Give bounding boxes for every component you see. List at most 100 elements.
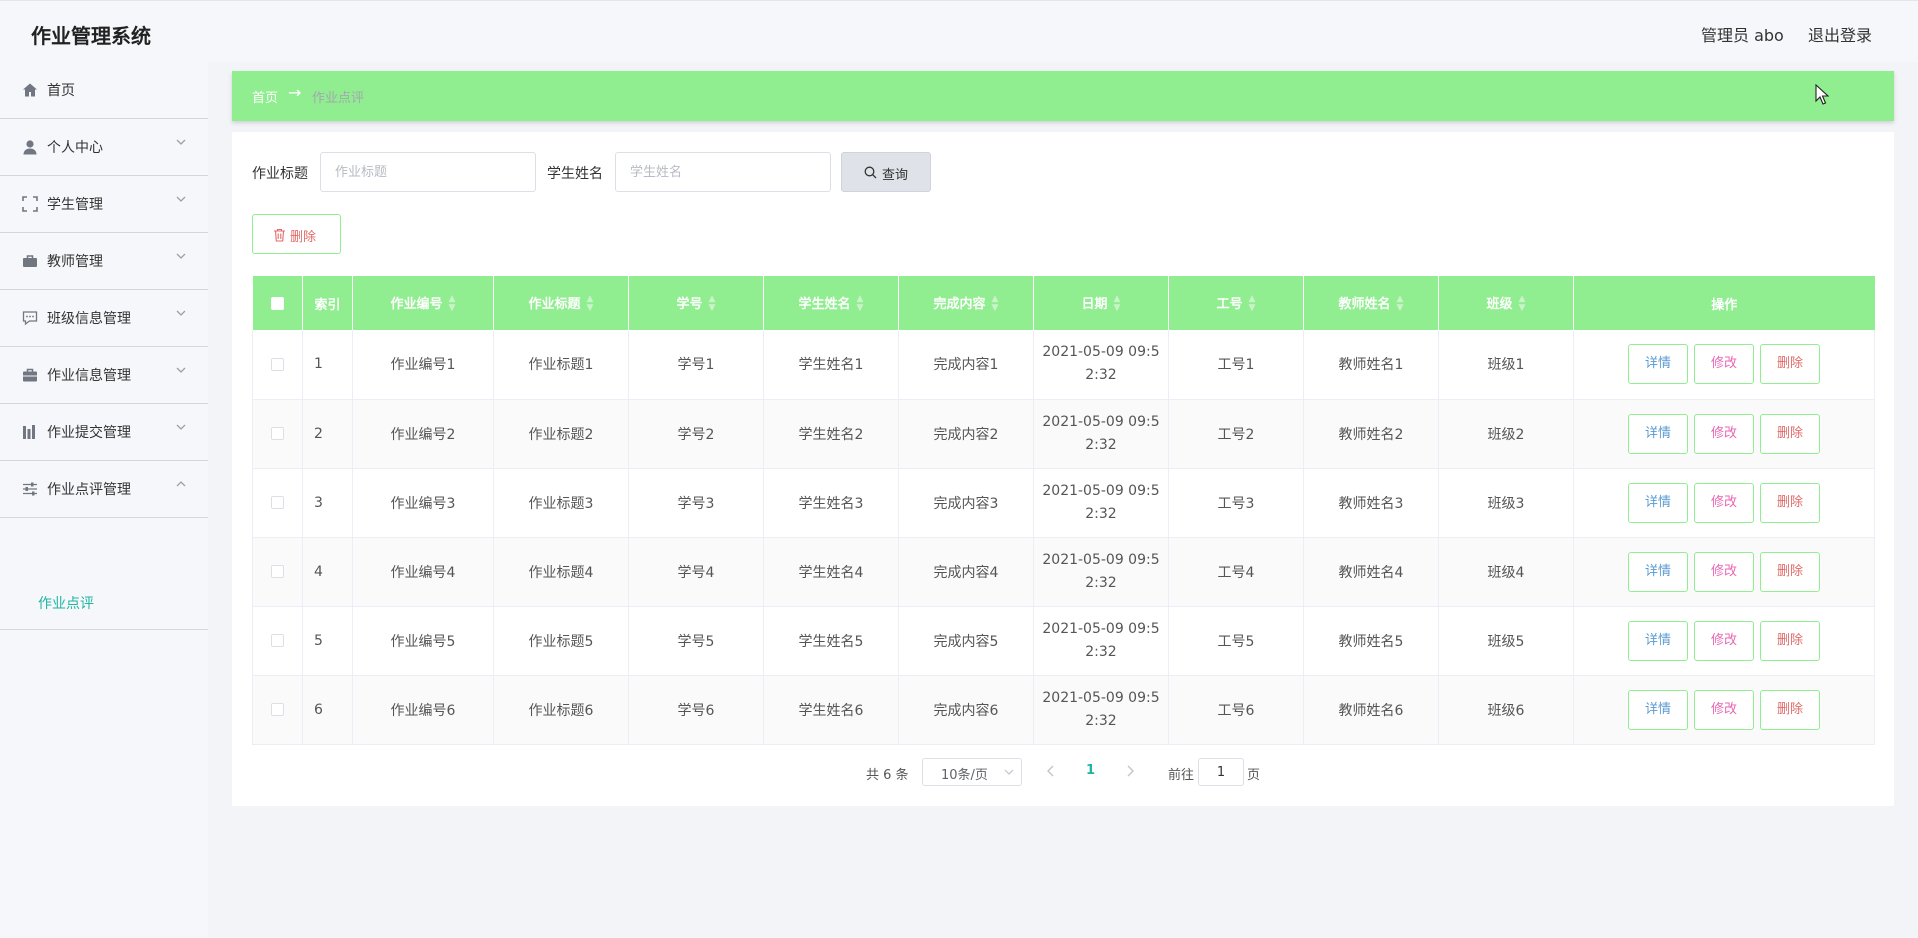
sort-icon[interactable]: ▲ ▼ — [1249, 295, 1256, 313]
column-header[interactable]: 学生姓名 ▲ ▼ — [763, 276, 899, 330]
column-header[interactable]: 日期 ▲ ▼ — [1033, 276, 1169, 330]
cell-teacher-id: 工号3 — [1168, 468, 1304, 538]
homework-title-label: 作业标题 — [252, 166, 308, 182]
delete-button[interactable]: 删除 — [1760, 551, 1820, 592]
goto-page-input[interactable] — [1198, 758, 1244, 786]
delete-button[interactable]: 删除 — [1760, 413, 1820, 454]
cell-content: 完成内容3 — [898, 468, 1034, 538]
select-all-header[interactable] — [252, 276, 303, 330]
sidebar-item-home[interactable]: 首页 — [0, 62, 208, 119]
sidebar-item-class-info-management[interactable]: 班级信息管理 — [0, 290, 208, 347]
delete-button[interactable]: 删除 — [1760, 344, 1820, 385]
sidebar-item-homework-submission-management[interactable]: 作业提交管理 — [0, 404, 208, 461]
column-header[interactable]: 班级 ▲ ▼ — [1438, 276, 1574, 330]
sidebar-item-personal-center[interactable]: 个人中心 — [0, 119, 208, 176]
row-checkbox[interactable] — [271, 565, 284, 578]
sidebar-item-label: 作业点评管理 — [47, 482, 131, 498]
edit-button[interactable]: 修改 — [1694, 689, 1754, 730]
sidebar-item-homework-review-management[interactable]: 作业点评管理 — [0, 461, 208, 518]
row-select-cell[interactable] — [252, 675, 303, 745]
sort-icon[interactable]: ▲ ▼ — [449, 295, 456, 313]
detail-button[interactable]: 详情 — [1628, 482, 1688, 523]
detail-button[interactable]: 详情 — [1628, 551, 1688, 592]
chevron-down-icon — [176, 196, 186, 202]
sort-icon[interactable]: ▲ ▼ — [992, 295, 999, 313]
cell-date: 2021-05-09 09:5 2:32 — [1033, 330, 1169, 400]
fullscreen-icon — [22, 196, 38, 212]
select-all-checkbox[interactable] — [270, 296, 284, 310]
row-select-cell[interactable] — [252, 399, 303, 469]
cell-index: 5 — [302, 606, 353, 676]
sidebar-item-homework-info-management[interactable]: 作业信息管理 — [0, 347, 208, 404]
delete-button[interactable]: 删除 — [1760, 689, 1820, 730]
row-checkbox[interactable] — [271, 496, 284, 509]
goto-label: 前往 — [1168, 768, 1195, 783]
edit-button[interactable]: 修改 — [1694, 344, 1754, 385]
sort-icon[interactable]: ▲ ▼ — [857, 295, 864, 313]
cell-actions: 详情 修改 删除 — [1573, 537, 1875, 607]
row-select-cell[interactable] — [252, 468, 303, 538]
chevron-down-icon — [1004, 769, 1014, 775]
sort-icon[interactable]: ▲ ▼ — [1397, 295, 1404, 313]
sort-icon[interactable]: ▲ ▼ — [709, 295, 716, 313]
column-header[interactable]: 学号 ▲ ▼ — [628, 276, 764, 330]
edit-button[interactable]: 修改 — [1694, 482, 1754, 523]
sidebar-item-teacher-management[interactable]: 教师管理 — [0, 233, 208, 290]
logout-link[interactable]: 退出登录 — [1808, 22, 1872, 46]
cell-teacher-name: 教师姓名6 — [1303, 675, 1439, 745]
detail-button[interactable]: 详情 — [1628, 689, 1688, 730]
page-size-select[interactable]: 10条/页 — [922, 758, 1022, 786]
row-checkbox[interactable] — [271, 703, 284, 716]
cell-class: 班级4 — [1438, 537, 1574, 607]
cell-content: 完成内容2 — [898, 399, 1034, 469]
column-header: 索引 — [302, 276, 353, 330]
cell-date-line1: 2021-05-09 09:5 — [1042, 482, 1160, 499]
sidebar-subitem-homework-review[interactable]: 作业点评 — [0, 582, 208, 630]
detail-button[interactable]: 详情 — [1628, 413, 1688, 454]
cell-code: 作业编号4 — [352, 537, 494, 607]
homework-title-input[interactable] — [320, 152, 536, 192]
column-header[interactable]: 完成内容 ▲ ▼ — [898, 276, 1034, 330]
page-number-current[interactable]: 1 — [1086, 763, 1095, 778]
table-row: 5 作业编号5 作业标题5 学号5 学生姓名5 完成内容5 2021-05-09 09:5 2… — [252, 606, 1875, 676]
chevron-down-icon — [176, 310, 186, 316]
review-table: 索引 作业编号 ▲ ▼ 作业标题 ▲ ▼ 学号 ▲ ▼ 学生姓名 ▲ ▼ 完成内容 ▲ ▼ 日期 ▲ ▼… — [252, 276, 1875, 745]
breadcrumb-home-link[interactable]: 首页 — [252, 87, 278, 106]
home-icon — [23, 83, 37, 97]
delete-button[interactable]: 删除 — [1760, 482, 1820, 523]
edit-button[interactable]: 修改 — [1694, 413, 1754, 454]
cell-date-line2: 2:32 — [1085, 436, 1117, 453]
detail-button[interactable]: 详情 — [1628, 620, 1688, 661]
cell-date-line2: 2:32 — [1085, 712, 1117, 729]
delete-button[interactable]: 删除 — [1760, 620, 1820, 661]
edit-button[interactable]: 修改 — [1694, 551, 1754, 592]
row-checkbox[interactable] — [271, 357, 284, 371]
row-select-cell[interactable] — [252, 537, 303, 607]
row-select-cell[interactable] — [252, 330, 303, 400]
student-name-input[interactable] — [615, 152, 831, 192]
column-header[interactable]: 工号 ▲ ▼ — [1168, 276, 1304, 330]
row-checkbox[interactable] — [271, 634, 284, 647]
prev-page-button[interactable] — [1042, 762, 1060, 780]
column-header[interactable]: 作业标题 ▲ ▼ — [493, 276, 629, 330]
sort-icon[interactable]: ▲ ▼ — [587, 295, 594, 313]
sidebar-item-label: 作业信息管理 — [47, 368, 131, 384]
next-page-button[interactable] — [1121, 762, 1139, 780]
suitcase-icon — [23, 255, 37, 267]
column-header[interactable]: 作业编号 ▲ ▼ — [352, 276, 494, 330]
batch-delete-button[interactable]: 删除 — [252, 214, 341, 254]
cell-teacher-name: 教师姓名2 — [1303, 399, 1439, 469]
row-select-cell[interactable] — [252, 606, 303, 676]
detail-button[interactable]: 详情 — [1628, 344, 1688, 385]
cell-date-line2: 2:32 — [1085, 367, 1117, 384]
edit-button[interactable]: 修改 — [1694, 620, 1754, 661]
sort-icon[interactable]: ▲ ▼ — [1519, 295, 1526, 313]
breadcrumb-current: 作业点评 — [312, 91, 365, 106]
sidebar-item-student-management[interactable]: 学生管理 — [0, 176, 208, 233]
sliders-icon — [23, 482, 37, 496]
sort-icon[interactable]: ▲ ▼ — [1114, 295, 1121, 313]
row-checkbox[interactable] — [271, 427, 284, 440]
sidebar-item-label: 首页 — [47, 83, 75, 99]
search-button[interactable]: 查询 — [841, 152, 931, 192]
column-header[interactable]: 教师姓名 ▲ ▼ — [1303, 276, 1439, 330]
